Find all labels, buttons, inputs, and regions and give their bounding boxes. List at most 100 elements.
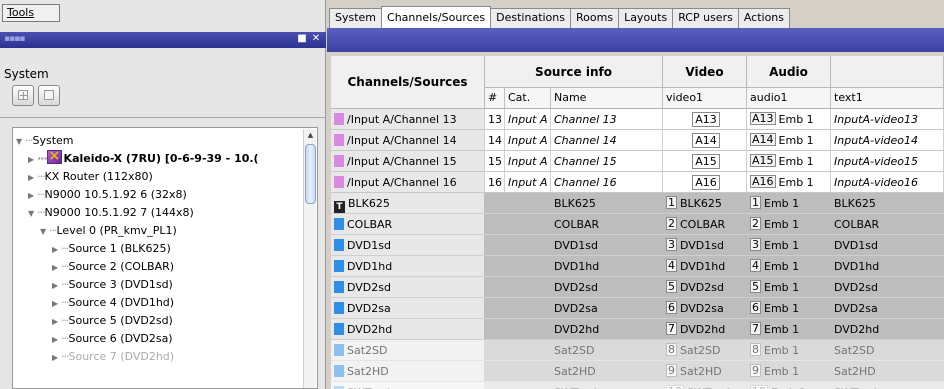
table-row[interactable]: Sat2HD Sat2HD 9 Sat2HD 9 Emb 1 Sat2HD [331,361,944,382]
cell-audio: 5 Emb 1 [747,277,831,298]
restore-icon[interactable]: ■ [296,33,308,45]
expand-arrow-icon[interactable]: ▶ [52,241,61,259]
video-index-box: 2 [666,217,677,230]
tab-channels-sources[interactable]: Channels/Sources [381,6,492,28]
expand-arrow-icon[interactable]: ▶ [52,259,61,277]
tree-node[interactable]: ▶ ···Source 5 (DVD2sd) [52,312,173,330]
cell-channel[interactable]: /Input A/Channel 13 [331,109,485,130]
tab-rooms[interactable]: Rooms [570,8,620,28]
scroll-thumb[interactable] [305,144,316,204]
col-header-video1[interactable]: video1 [663,88,747,109]
expand-arrow-icon[interactable]: ▶ [52,295,61,313]
cell-channel[interactable]: DVD2sa [331,298,485,319]
cell-channel[interactable]: T BLK625 [331,193,485,214]
collapse-arrow-icon[interactable]: ▼ [40,223,49,241]
cell-text: DVD2sa [831,298,944,319]
tab-actions[interactable]: Actions [737,8,791,28]
panel-title-bar[interactable]: ▪▪▪▪ ■ ✕ [0,32,326,48]
table-row[interactable]: DVD2sd DVD2sd 5 DVD2sd 5 Emb 1 DVD2sd [331,277,944,298]
table-row[interactable]: DVD2hd DVD2hd 7 DVD2hd 7 Emb 1 DVD2hd [331,319,944,340]
tab-destinations[interactable]: Destinations [490,8,571,28]
tree-node[interactable]: ▼ ···N9000 10.5.1.92 7 (144x8) [28,204,194,222]
table-row[interactable]: /Input A/Channel 16 16 Input A Channel 16 A1… [331,172,944,193]
tab-system[interactable]: System [329,8,383,28]
video-field[interactable]: A16 [692,175,720,190]
table-row[interactable]: /Input A/Channel 13 13 Input A Channel 13 A1… [331,109,944,130]
expand-arrow-icon[interactable]: ▶ [52,331,61,349]
tree-node[interactable]: ▶··· Kaleido-X (7RU) [0-6-9-39 - 10.( [28,147,259,169]
tab-layouts[interactable]: Layouts [618,8,674,28]
cell-video: 5 DVD2sd [663,277,747,298]
drag-grip-icon[interactable]: ▪▪▪▪ [4,34,25,44]
table-row[interactable]: /Input A/Channel 14 14 Input A Channel 14 A1… [331,130,944,151]
cell-channel[interactable]: COLBAR [331,214,485,235]
tree-node[interactable]: ▶ ···Source 6 (DVD2sa) [52,330,173,348]
col-header-number[interactable]: # [485,88,505,109]
cell-channel[interactable]: DVD2hd [331,319,485,340]
cell-video: 6 DVD2sa [663,298,747,319]
cell-channel[interactable]: Sat2HD [331,361,485,382]
tree-node[interactable]: ▶ ···Source 1 (BLK625) [52,240,171,258]
tree-node[interactable]: ▼ ···Level 0 (PR_kmv_PL1) [40,222,177,240]
tree-node[interactable]: ▶ ···Source 3 (DVD1sd) [52,276,173,294]
col-header-text1[interactable]: text1 [831,88,944,109]
video-index-box: 3 [666,238,677,251]
cell-value: Sat2SD [834,344,875,357]
table-row[interactable]: SWT_sdSWT_sd10SWT_sd10Emb 1SWT_sd [331,382,944,389]
table-row[interactable]: COLBAR COLBAR 2 COLBAR 2 Emb 1 COLBAR [331,214,944,235]
tree-node[interactable]: ▶ ···Source 2 (COLBAR) [52,258,174,276]
video-field[interactable]: A14 [692,133,720,148]
close-icon[interactable]: ✕ [310,33,322,45]
cell-channel[interactable]: Sat2SD [331,340,485,361]
collapse-arrow-icon[interactable]: ▼ [28,205,37,223]
table-row[interactable]: T BLK625 BLK625 1 BLK625 1 Emb 1 BLK625 [331,193,944,214]
tab-rcp-users[interactable]: RCP users [672,8,739,28]
col-header-name[interactable]: Name [551,88,663,109]
cell-channel[interactable]: DVD1sd [331,235,485,256]
source-color-swatch [334,344,344,356]
video-field[interactable]: A13 [692,112,720,127]
cell-value: DVD1hd [834,260,880,273]
tree-node[interactable]: ▶ ···N9000 10.5.1.92 6 (32x8) [28,186,187,204]
tree-connector: ··· [61,332,69,345]
system-tree[interactable]: ▼···System▶···Kaleido-X (7RU) [0-6-9-39 … [12,127,318,389]
cell-channel[interactable]: SWT_sd [331,382,485,389]
tree-node-label: Source 5 (DVD2sd) [68,314,173,327]
expand-arrow-icon[interactable]: ▶ [52,277,61,295]
channel-label: Sat2HD [347,365,389,378]
cell-channel[interactable]: DVD1hd [331,256,485,277]
video-field[interactable]: A15 [692,154,720,169]
col-header-category[interactable]: Cat. [505,88,551,109]
table-row[interactable]: DVD1hd DVD1hd 4 DVD1hd 4 Emb 1 DVD1hd [331,256,944,277]
cell-channel[interactable]: /Input A/Channel 16 [331,172,485,193]
table-row[interactable]: DVD2sa DVD2sa 6 DVD2sa 6 Emb 1 DVD2sa [331,298,944,319]
expand-arrow-icon[interactable]: ▶ [52,349,61,367]
tree-node[interactable]: ▶ ···KX Router (112x80) [28,168,153,186]
expand-arrow-icon[interactable]: ▶ [52,313,61,331]
table-row[interactable]: /Input A/Channel 15 15 Input A Channel 15 A1… [331,151,944,172]
table-row[interactable]: DVD1sd DVD1sd 3 DVD1sd 3 Emb 1 DVD1sd [331,235,944,256]
add-button[interactable] [12,85,34,106]
cell-channel[interactable]: DVD2sd [331,277,485,298]
scroll-up-icon[interactable]: ▲ [304,129,317,142]
tree-node[interactable]: ▶ ···Source 7 (DVD2hd) [52,348,174,366]
cell-text: SWT_sd [831,382,944,389]
cell-text: DVD2hd [831,319,944,340]
tree-scrollbar[interactable]: ▲ [303,129,317,388]
tree-node[interactable]: ▶ ···Source 4 (DVD1hd) [52,294,174,312]
audio-index-box: A15 [750,154,776,167]
table-row[interactable]: Sat2SD Sat2SD 8 Sat2SD 8 Emb 1 Sat2SD [331,340,944,361]
channels-sources-header[interactable]: Channels/Sources [331,56,485,109]
expand-arrow-icon[interactable]: ▶ [28,187,37,205]
cell-channel[interactable]: /Input A/Channel 15 [331,151,485,172]
cell-channel[interactable]: /Input A/Channel 14 [331,130,485,151]
video-group-header: Video [663,56,747,88]
col-header-audio1[interactable]: audio1 [747,88,831,109]
tree-node[interactable]: ▼ ···System [16,132,74,150]
remove-button[interactable] [38,85,60,106]
tools-tab[interactable]: Tools [2,4,60,22]
expand-arrow-icon[interactable]: ▶ [28,169,37,187]
collapse-arrow-icon[interactable]: ▼ [16,133,25,151]
cell-value: DVD1hd [554,260,600,273]
expand-arrow-icon[interactable]: ▶ [28,151,37,169]
